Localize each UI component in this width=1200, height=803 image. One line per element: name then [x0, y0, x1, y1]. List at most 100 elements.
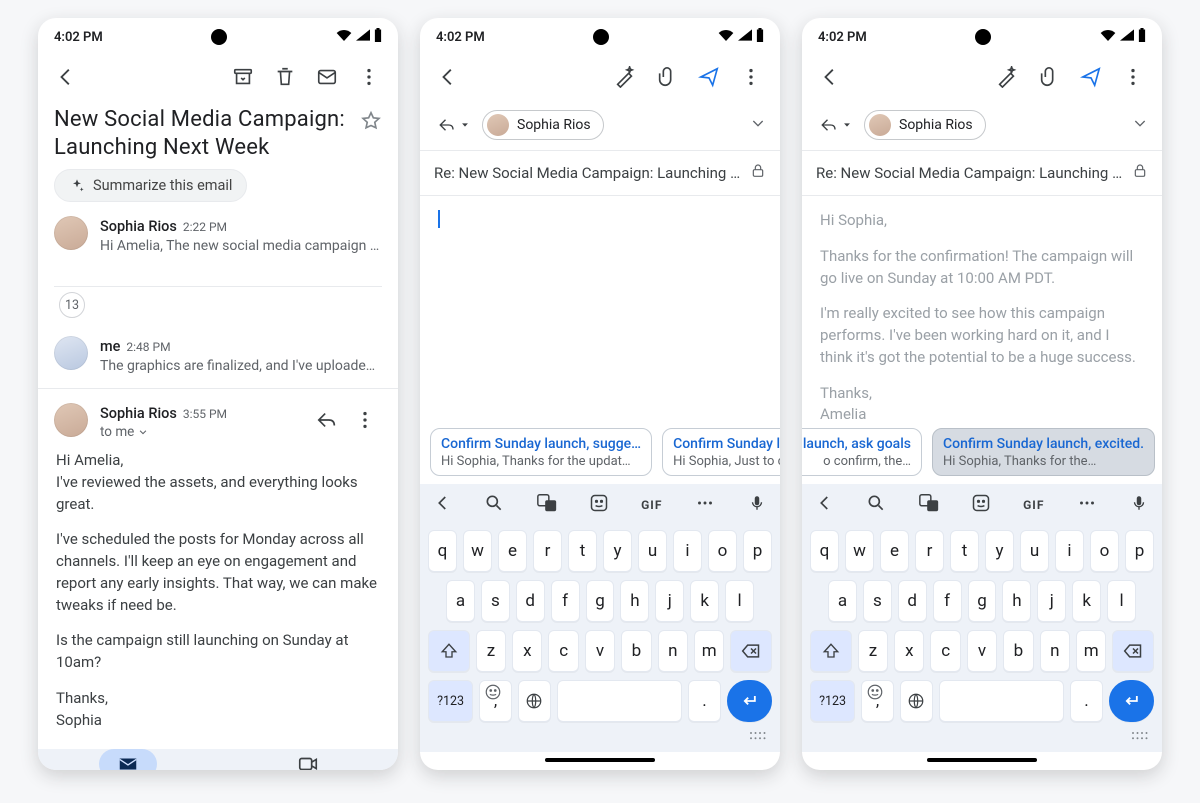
key-g[interactable]: g [586, 580, 615, 622]
ai-compose-button[interactable] [608, 60, 642, 94]
recipients-row[interactable]: Sophia Rios [420, 100, 780, 151]
avatar[interactable] [54, 403, 88, 437]
suggestion-chip[interactable]: Confirm Sunday launch, sugge… Hi Sophia,… [430, 428, 652, 476]
gif-button[interactable]: GIF [1023, 498, 1044, 512]
key-period[interactable]: . [688, 680, 721, 722]
keyboard-handle-icon[interactable] [802, 726, 1162, 746]
kbd-more-icon[interactable] [1076, 492, 1098, 518]
back-button[interactable] [50, 60, 84, 94]
gesture-bar[interactable] [927, 758, 1037, 762]
mark-unread-button[interactable] [310, 60, 344, 94]
key-w[interactable]: w [463, 530, 492, 572]
key-comma[interactable]: , [479, 680, 512, 722]
key-f[interactable]: f [551, 580, 580, 622]
key-c[interactable]: c [548, 630, 578, 672]
key-backspace[interactable] [1112, 630, 1154, 672]
key-d[interactable]: d [516, 580, 545, 622]
send-button[interactable] [692, 60, 726, 94]
recipients-row[interactable]: Sophia Rios [802, 100, 1162, 151]
key-symbols[interactable]: ?123 [810, 680, 855, 722]
key-z[interactable]: z [476, 630, 506, 672]
nav-mail[interactable] [99, 749, 157, 770]
more-button[interactable] [734, 60, 768, 94]
key-v[interactable]: v [585, 630, 615, 672]
key-backspace[interactable] [730, 630, 772, 672]
key-y[interactable]: y [603, 530, 632, 572]
key-p[interactable]: p [743, 530, 772, 572]
subject-row[interactable]: Re: New Social Media Campaign: Launching… [420, 151, 780, 196]
key-z[interactable]: z [858, 630, 888, 672]
summarize-chip[interactable]: Summarize this email [54, 169, 247, 202]
back-button[interactable] [432, 60, 466, 94]
key-b[interactable]: b [621, 630, 651, 672]
gif-button[interactable]: GIF [641, 498, 662, 512]
key-l[interactable]: l [1107, 580, 1136, 622]
key-space[interactable] [939, 680, 1064, 722]
search-icon[interactable] [866, 493, 886, 517]
key-enter[interactable] [727, 680, 772, 722]
key-k[interactable]: k [690, 580, 719, 622]
key-o[interactable]: o [708, 530, 737, 572]
suggestion-chip[interactable]: y launch, ask goals o confirm, the… [802, 428, 922, 476]
expand-recipients-button[interactable] [1132, 115, 1148, 135]
suggestion-chip-selected[interactable]: Confirm Sunday launch, excited. Hi Sophi… [932, 428, 1155, 476]
sticker-icon[interactable] [971, 493, 991, 517]
back-button[interactable] [814, 60, 848, 94]
key-shift[interactable] [428, 630, 470, 672]
key-l[interactable]: l [725, 580, 754, 622]
key-g[interactable]: g [968, 580, 997, 622]
key-m[interactable]: m [694, 630, 724, 672]
sticker-icon[interactable] [589, 493, 609, 517]
send-button[interactable] [1074, 60, 1108, 94]
key-r[interactable]: r [533, 530, 562, 572]
key-o[interactable]: o [1090, 530, 1119, 572]
key-d[interactable]: d [898, 580, 927, 622]
key-x[interactable]: x [512, 630, 542, 672]
suggestion-chip[interactable]: Confirm Sunday la Hi Sophia, Just to c [662, 428, 780, 476]
gesture-bar[interactable] [545, 758, 655, 762]
attach-button[interactable] [1032, 60, 1066, 94]
key-enter[interactable] [1109, 680, 1154, 722]
key-j[interactable]: j [1037, 580, 1066, 622]
key-t[interactable]: t [950, 530, 979, 572]
key-w[interactable]: w [845, 530, 874, 572]
recipient-chip[interactable]: Sophia Rios [864, 110, 986, 140]
key-s[interactable]: s [863, 580, 892, 622]
key-j[interactable]: j [655, 580, 684, 622]
key-r[interactable]: r [915, 530, 944, 572]
nav-meet[interactable] [279, 749, 337, 770]
collapsed-count-badge[interactable]: 13 [59, 292, 85, 318]
keyboard[interactable]: GIF qwertyuiop asdfghjkl zxcvbnm ?123,. [802, 484, 1162, 752]
key-b[interactable]: b [1003, 630, 1033, 672]
key-f[interactable]: f [933, 580, 962, 622]
more-button[interactable] [352, 60, 386, 94]
reply-type-toggle[interactable] [434, 112, 474, 138]
expand-recipients-button[interactable] [750, 115, 766, 135]
key-i[interactable]: i [673, 530, 702, 572]
mic-icon[interactable] [748, 494, 766, 516]
key-y[interactable]: y [985, 530, 1014, 572]
attach-button[interactable] [650, 60, 684, 94]
key-u[interactable]: u [1020, 530, 1049, 572]
key-a[interactable]: a [828, 580, 857, 622]
key-e[interactable]: e [880, 530, 909, 572]
star-button[interactable] [360, 104, 382, 138]
keyboard[interactable]: GIF qwertyuiop asdfghjkl zxcvbnm ?123,. [420, 484, 780, 752]
collapsed-message[interactable]: Sophia Rios2:22 PM Hi Amelia, The new so… [54, 202, 382, 268]
compose-body-input[interactable]: Hi Sophia, Thanks for the confirmation! … [802, 196, 1162, 420]
key-q[interactable]: q [428, 530, 457, 572]
key-u[interactable]: u [638, 530, 667, 572]
recipient-line[interactable]: to me [100, 424, 227, 440]
kbd-back-icon[interactable] [434, 494, 452, 516]
key-period[interactable]: . [1070, 680, 1103, 722]
message-more-button[interactable] [348, 403, 382, 437]
key-t[interactable]: t [568, 530, 597, 572]
key-n[interactable]: n [1040, 630, 1070, 672]
key-q[interactable]: q [810, 530, 839, 572]
more-button[interactable] [1116, 60, 1150, 94]
collapsed-count-row[interactable]: 13 [54, 286, 382, 322]
key-s[interactable]: s [481, 580, 510, 622]
kbd-back-icon[interactable] [816, 494, 834, 516]
key-h[interactable]: h [620, 580, 649, 622]
key-i[interactable]: i [1055, 530, 1084, 572]
